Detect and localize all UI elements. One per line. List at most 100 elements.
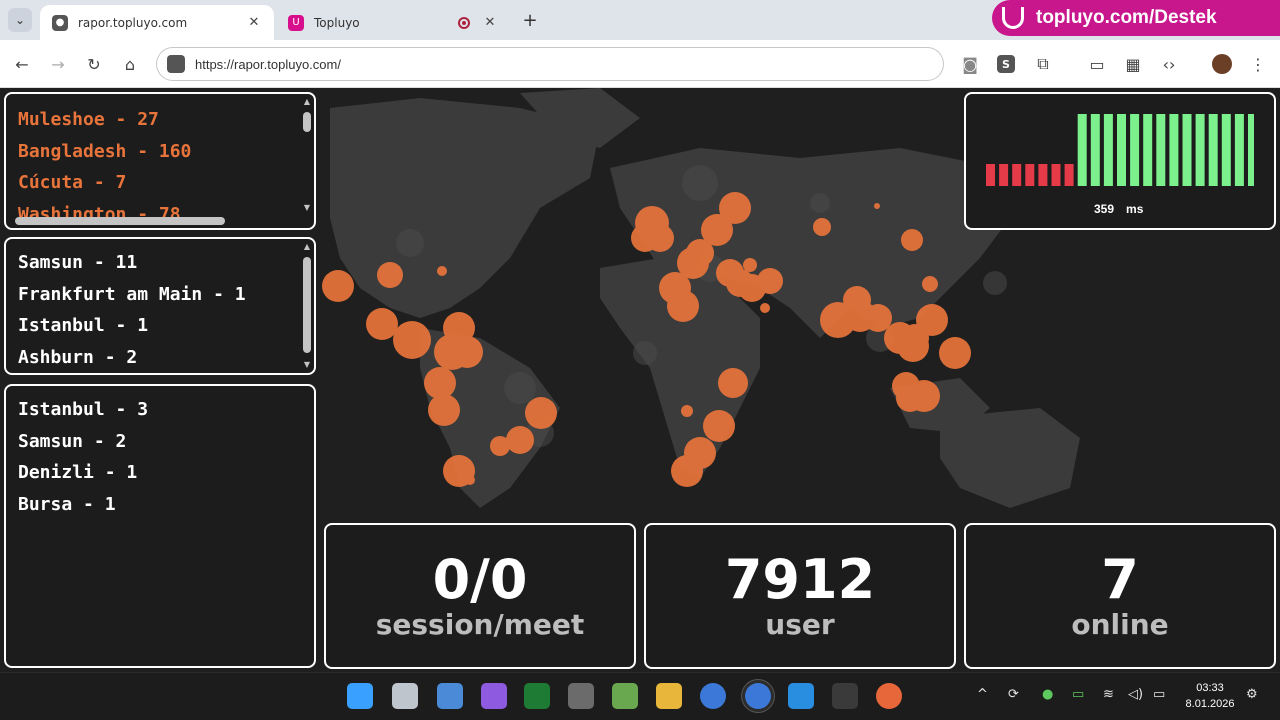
latency-bar <box>1064 164 1074 186</box>
latency-bar <box>1130 114 1140 186</box>
latency-bar <box>1143 114 1153 186</box>
wifi-icon[interactable]: ≋ <box>1103 687 1114 702</box>
list-item: Denizli - 1 <box>18 462 138 483</box>
online-city-list-panel[interactable]: Istanbul - 3 Samsun - 2 Denizli - 1 Burs… <box>4 384 316 668</box>
list-item: Istanbul - 3 <box>18 399 149 420</box>
city-list-panel[interactable]: Muleshoe - 27 Bangladesh - 160 Cúcuta - … <box>4 92 316 230</box>
vscode-icon[interactable] <box>788 683 814 709</box>
tray-chevron-up-icon[interactable]: ^ <box>977 687 988 702</box>
device-icon[interactable]: ▭ <box>1085 52 1109 76</box>
wolf-favicon-icon: ● <box>52 14 68 31</box>
scroll-down-icon[interactable]: ▼ <box>303 204 311 212</box>
scroll-up-icon[interactable]: ▲ <box>303 98 311 106</box>
list-item: Samsun - 11 <box>18 252 138 273</box>
clock[interactable]: 03:33 8.01.2026 <box>1180 680 1240 712</box>
close-tab-icon[interactable]: ✕ <box>246 15 262 30</box>
users-stat-card: 7912 user <box>644 523 956 669</box>
notifications-icon[interactable]: ⚙ <box>1246 687 1258 702</box>
list-item: Washington - 78 <box>18 203 181 225</box>
store-icon[interactable] <box>437 683 463 709</box>
app-hex-icon[interactable] <box>568 683 594 709</box>
online-city-list: Istanbul - 3 Samsun - 2 Denizli - 1 Burs… <box>6 386 314 520</box>
latency-bar <box>1117 114 1126 186</box>
tab-topluyo[interactable]: U Topluyo ✕ <box>276 5 510 40</box>
topluyo-favicon-icon: U <box>288 14 304 31</box>
vertical-scrollbar[interactable]: ▲ ▼ <box>303 243 311 369</box>
sessions-stat-card: 0/0 session/meet <box>324 523 636 669</box>
list-item: Cúcuta - 7 <box>18 172 127 193</box>
tab-rapor[interactable]: ● rapor.topluyo.com ✕ <box>40 5 274 40</box>
sessions-value: 0/0 <box>432 548 528 611</box>
server-list-panel[interactable]: Samsun - 11 Frankfurt am Main - 1 Istanb… <box>4 237 316 375</box>
microphone-icon[interactable]: ● <box>1042 687 1053 702</box>
windows-taskbar: ^ ⟳ ● ▭ ≋ ◁) ▭ 03:33 8.01.2026 ⚙ <box>0 672 1280 720</box>
battery-icon[interactable]: ▭ <box>1153 687 1165 702</box>
battery-charge-icon[interactable]: ▭ <box>1072 687 1084 702</box>
browser-toolbar: ← → ↻ ⌂ https://rapor.topluyo.com/ ◙ S ⧉… <box>0 40 1280 88</box>
chrome-active-icon[interactable] <box>745 683 771 709</box>
online-stat-card: 7 online <box>964 523 1276 669</box>
users-value: 7912 <box>724 548 876 611</box>
new-tab-plus-icon[interactable]: + <box>520 10 540 31</box>
profile-avatar[interactable] <box>1210 52 1234 76</box>
address-bar[interactable]: https://rapor.topluyo.com/ <box>156 47 944 81</box>
chrome-icon[interactable] <box>700 683 726 709</box>
start-windows-icon[interactable] <box>347 683 373 709</box>
scroll-thumb[interactable] <box>303 257 311 353</box>
latency-bar <box>1090 114 1100 186</box>
extensions-puzzle-icon[interactable]: ⧉ <box>1031 52 1055 76</box>
online-label: online <box>1071 608 1169 641</box>
latency-value: 359 <box>1094 202 1115 216</box>
site-info-icon[interactable] <box>167 55 185 73</box>
horizontal-scrollbar[interactable] <box>9 217 300 225</box>
latency-bar <box>1051 164 1061 186</box>
latency-readout: 359 ms <box>1094 202 1143 216</box>
volume-icon[interactable]: ◁) <box>1128 687 1143 702</box>
scroll-up-icon[interactable]: ▲ <box>303 243 311 251</box>
app-layers-icon[interactable] <box>612 683 638 709</box>
tab-search-chevron-icon[interactable]: ⌄ <box>8 8 32 32</box>
brand-banner-text: topluyo.com/Destek <box>1036 7 1217 28</box>
latency-bar <box>1248 114 1254 186</box>
reload-icon[interactable]: ↻ <box>82 52 106 76</box>
home-icon[interactable]: ⌂ <box>118 52 142 76</box>
recording-icon <box>458 16 470 29</box>
file-explorer-icon[interactable] <box>656 683 682 709</box>
app-download-icon[interactable] <box>832 683 858 709</box>
latency-bar <box>1156 114 1166 186</box>
tab-strip: ⌄ ● rapor.topluyo.com ✕ U Topluyo ✕ + to… <box>0 0 1280 40</box>
latency-bar <box>1012 164 1022 186</box>
tab-title: rapor.topluyo.com <box>78 15 188 30</box>
latency-bar <box>1234 114 1244 186</box>
close-tab-icon[interactable]: ✕ <box>482 15 498 30</box>
report-page: Muleshoe - 27 Bangladesh - 160 Cúcuta - … <box>0 88 1280 672</box>
clock-date: 8.01.2026 <box>1185 698 1235 710</box>
forward-arrow-icon[interactable]: → <box>46 52 70 76</box>
task-view-icon[interactable] <box>392 683 418 709</box>
app-green-icon[interactable] <box>524 683 550 709</box>
firefox-icon[interactable] <box>876 683 902 709</box>
scroll-thumb[interactable] <box>15 217 225 225</box>
menu-kebab-icon[interactable]: ⋮ <box>1246 52 1270 76</box>
latency-unit: ms <box>1126 202 1144 216</box>
brand-banner[interactable]: topluyo.com/Destek <box>992 0 1280 36</box>
latency-panel: 359 ms <box>964 92 1276 230</box>
clock-time: 03:33 <box>1196 682 1224 694</box>
qr-code-icon[interactable]: ▦ <box>1121 52 1145 76</box>
url-text: https://rapor.topluyo.com/ <box>195 56 341 72</box>
topluyo-logo-icon <box>1002 7 1024 29</box>
users-label: user <box>765 608 835 641</box>
devtools-code-icon[interactable]: ‹› <box>1157 52 1181 76</box>
extension-s-icon[interactable]: S <box>994 52 1018 76</box>
vertical-scrollbar[interactable]: ▲ ▼ <box>303 98 311 212</box>
copilot-icon[interactable] <box>481 683 507 709</box>
camera-icon[interactable]: ◙ <box>958 52 982 76</box>
back-arrow-icon[interactable]: ← <box>10 52 34 76</box>
latency-bar <box>1103 114 1113 186</box>
list-item: Bursa - 1 <box>18 493 116 515</box>
latency-bar <box>1169 114 1179 186</box>
scroll-thumb[interactable] <box>303 112 311 132</box>
online-value: 7 <box>1101 548 1139 611</box>
sync-icon[interactable]: ⟳ <box>1008 687 1019 702</box>
scroll-down-icon[interactable]: ▼ <box>303 361 311 369</box>
